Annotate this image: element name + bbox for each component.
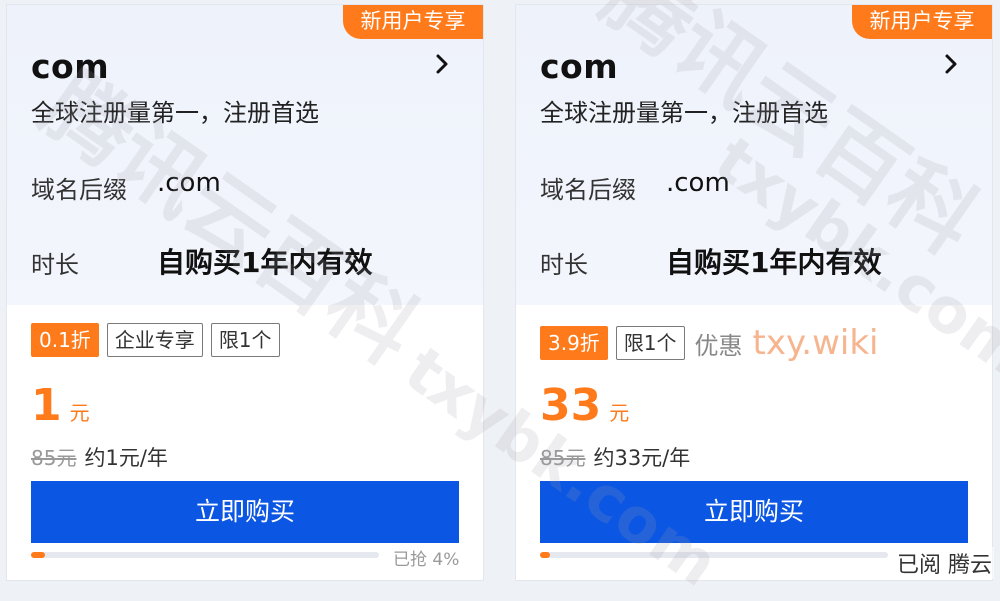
sold-progress-bar <box>31 552 379 558</box>
product-description: 全球注册量第一，注册首选 <box>540 99 828 127</box>
duration-label: 时长 <box>31 251 79 279</box>
buy-now-button[interactable]: 立即购买 <box>540 481 968 543</box>
duration-value: 自购买1年内有效 <box>666 246 882 279</box>
suffix-value: .com <box>157 168 221 198</box>
chevron-right-icon[interactable] <box>940 53 962 75</box>
discount-tag: 3.9折 <box>540 326 608 360</box>
per-year-price: 约1元/年 <box>84 446 168 470</box>
new-user-badge: 新用户专享 <box>852 5 992 39</box>
domain-offer-card[interactable]: 新用户专享 com 全球注册量第一，注册首选 域名后缀 .com 时长 自购买1… <box>515 4 993 581</box>
price: 33 元 <box>540 380 629 431</box>
price-unit: 元 <box>69 401 90 425</box>
sold-percent-text: 已抢 4% <box>393 550 460 570</box>
product-title[interactable]: com <box>31 47 109 86</box>
promo-watermark: 优惠 txy.wiki <box>695 323 879 363</box>
sold-progress-fill <box>540 552 551 558</box>
price: 1 元 <box>31 380 90 431</box>
per-year-price: 约33元/年 <box>593 446 691 470</box>
limit-tag: 限1个 <box>210 323 280 357</box>
original-price-row: 85元 约33元/年 <box>540 442 690 472</box>
price-unit: 元 <box>609 401 630 425</box>
sold-progress-fill <box>31 552 45 558</box>
original-price: 85元 <box>540 446 586 470</box>
promo-text: txy.wiki <box>752 323 879 363</box>
original-price: 85元 <box>31 446 77 470</box>
tag-row: 3.9折 限1个 优惠 txy.wiki <box>540 323 878 363</box>
new-user-badge: 新用户专享 <box>343 5 483 39</box>
duration-label: 时长 <box>540 251 588 279</box>
sold-progress-bar <box>540 552 888 558</box>
product-title[interactable]: com <box>540 47 618 86</box>
duration-value: 自购买1年内有效 <box>157 246 373 279</box>
price-amount: 33 <box>540 380 602 431</box>
suffix-label: 域名后缀 <box>31 176 127 204</box>
promo-label: 优惠 <box>694 332 743 360</box>
chevron-right-icon[interactable] <box>431 53 453 75</box>
original-price-row: 85元 约1元/年 <box>31 442 168 472</box>
footer-watermark: 已阅 腾云 <box>895 547 994 579</box>
discount-tag: 0.1折 <box>31 323 99 357</box>
suffix-value: .com <box>666 168 730 198</box>
tag-row: 0.1折 企业专享 限1个 <box>31 323 280 357</box>
price-amount: 1 <box>31 380 62 431</box>
suffix-label: 域名后缀 <box>540 176 636 204</box>
limit-tag: 限1个 <box>615 326 685 360</box>
domain-offer-card[interactable]: 新用户专享 com 全球注册量第一，注册首选 域名后缀 .com 时长 自购买1… <box>6 4 484 581</box>
buy-now-button[interactable]: 立即购买 <box>31 481 459 543</box>
product-description: 全球注册量第一，注册首选 <box>31 99 319 127</box>
enterprise-tag: 企业专享 <box>106 323 203 357</box>
